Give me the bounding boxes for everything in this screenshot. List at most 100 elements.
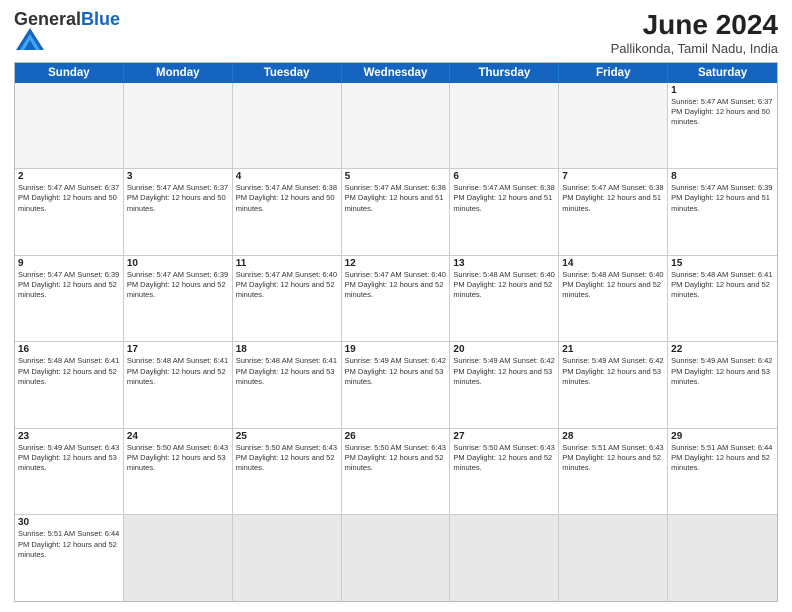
day-info: Sunrise: 5:49 AM Sunset: 6:42 PM Dayligh… [562,356,664,386]
header: GeneralBlue June 2024 Pallikonda, Tamil … [14,10,778,56]
empty-cell-r0c0 [15,83,124,169]
logo-icon [16,28,44,50]
day-info: Sunrise: 5:47 AM Sunset: 6:39 PM Dayligh… [18,270,120,300]
day-cell-9: 9Sunrise: 5:47 AM Sunset: 6:39 PM Daylig… [15,256,124,342]
empty-cell-r5c4 [450,515,559,601]
day-number: 14 [562,258,664,269]
day-info: Sunrise: 5:48 AM Sunset: 6:41 PM Dayligh… [18,356,120,386]
calendar-body: 1Sunrise: 5:47 AM Sunset: 6:37 PM Daylig… [15,83,777,601]
day-number: 9 [18,258,120,269]
day-info: Sunrise: 5:51 AM Sunset: 6:44 PM Dayligh… [18,529,120,559]
day-cell-4: 4Sunrise: 5:47 AM Sunset: 6:38 PM Daylig… [233,169,342,255]
day-number: 12 [345,258,447,269]
day-cell-25: 25Sunrise: 5:50 AM Sunset: 6:43 PM Dayli… [233,429,342,515]
day-info: Sunrise: 5:47 AM Sunset: 6:38 PM Dayligh… [562,183,664,213]
day-cell-24: 24Sunrise: 5:50 AM Sunset: 6:43 PM Dayli… [124,429,233,515]
day-info: Sunrise: 5:48 AM Sunset: 6:40 PM Dayligh… [453,270,555,300]
day-info: Sunrise: 5:50 AM Sunset: 6:43 PM Dayligh… [345,443,447,473]
logo-text: GeneralBlue [14,10,120,28]
day-number: 16 [18,344,120,355]
day-cell-18: 18Sunrise: 5:48 AM Sunset: 6:41 PM Dayli… [233,342,342,428]
day-cell-29: 29Sunrise: 5:51 AM Sunset: 6:44 PM Dayli… [668,429,777,515]
calendar: SundayMondayTuesdayWednesdayThursdayFrid… [14,62,778,602]
day-cell-23: 23Sunrise: 5:49 AM Sunset: 6:43 PM Dayli… [15,429,124,515]
calendar-row-0: 1Sunrise: 5:47 AM Sunset: 6:37 PM Daylig… [15,83,777,170]
day-info: Sunrise: 5:47 AM Sunset: 6:40 PM Dayligh… [345,270,447,300]
day-cell-17: 17Sunrise: 5:48 AM Sunset: 6:41 PM Dayli… [124,342,233,428]
day-info: Sunrise: 5:47 AM Sunset: 6:37 PM Dayligh… [18,183,120,213]
day-number: 19 [345,344,447,355]
day-number: 27 [453,431,555,442]
day-cell-5: 5Sunrise: 5:47 AM Sunset: 6:38 PM Daylig… [342,169,451,255]
day-number: 3 [127,171,229,182]
logo-blue: Blue [81,9,120,29]
day-cell-6: 6Sunrise: 5:47 AM Sunset: 6:38 PM Daylig… [450,169,559,255]
day-number: 13 [453,258,555,269]
day-info: Sunrise: 5:50 AM Sunset: 6:43 PM Dayligh… [453,443,555,473]
day-number: 26 [345,431,447,442]
day-number: 30 [18,517,120,528]
empty-cell-r5c5 [559,515,668,601]
day-number: 5 [345,171,447,182]
calendar-subtitle: Pallikonda, Tamil Nadu, India [611,41,778,56]
calendar-row-5: 30Sunrise: 5:51 AM Sunset: 6:44 PM Dayli… [15,515,777,601]
weekday-header-thursday: Thursday [450,63,559,83]
empty-cell-r0c1 [124,83,233,169]
title-block: June 2024 Pallikonda, Tamil Nadu, India [611,10,778,56]
day-number: 24 [127,431,229,442]
day-number: 7 [562,171,664,182]
day-number: 23 [18,431,120,442]
day-info: Sunrise: 5:47 AM Sunset: 6:39 PM Dayligh… [671,183,774,213]
calendar-title: June 2024 [611,10,778,41]
day-cell-11: 11Sunrise: 5:47 AM Sunset: 6:40 PM Dayli… [233,256,342,342]
weekday-header-monday: Monday [124,63,233,83]
day-number: 15 [671,258,774,269]
logo: GeneralBlue [14,10,120,55]
empty-cell-r0c2 [233,83,342,169]
day-cell-30: 30Sunrise: 5:51 AM Sunset: 6:44 PM Dayli… [15,515,124,601]
day-cell-21: 21Sunrise: 5:49 AM Sunset: 6:42 PM Dayli… [559,342,668,428]
day-cell-14: 14Sunrise: 5:48 AM Sunset: 6:40 PM Dayli… [559,256,668,342]
day-info: Sunrise: 5:48 AM Sunset: 6:41 PM Dayligh… [127,356,229,386]
day-info: Sunrise: 5:49 AM Sunset: 6:42 PM Dayligh… [453,356,555,386]
day-info: Sunrise: 5:49 AM Sunset: 6:42 PM Dayligh… [671,356,774,386]
day-cell-22: 22Sunrise: 5:49 AM Sunset: 6:42 PM Dayli… [668,342,777,428]
weekday-header-tuesday: Tuesday [233,63,342,83]
day-info: Sunrise: 5:48 AM Sunset: 6:41 PM Dayligh… [671,270,774,300]
day-info: Sunrise: 5:49 AM Sunset: 6:43 PM Dayligh… [18,443,120,473]
weekday-header-saturday: Saturday [668,63,777,83]
day-cell-12: 12Sunrise: 5:47 AM Sunset: 6:40 PM Dayli… [342,256,451,342]
day-number: 4 [236,171,338,182]
calendar-row-3: 16Sunrise: 5:48 AM Sunset: 6:41 PM Dayli… [15,342,777,429]
empty-cell-r5c3 [342,515,451,601]
day-cell-13: 13Sunrise: 5:48 AM Sunset: 6:40 PM Dayli… [450,256,559,342]
day-info: Sunrise: 5:48 AM Sunset: 6:41 PM Dayligh… [236,356,338,386]
day-cell-15: 15Sunrise: 5:48 AM Sunset: 6:41 PM Dayli… [668,256,777,342]
day-cell-27: 27Sunrise: 5:50 AM Sunset: 6:43 PM Dayli… [450,429,559,515]
weekday-header-wednesday: Wednesday [342,63,451,83]
day-info: Sunrise: 5:47 AM Sunset: 6:40 PM Dayligh… [236,270,338,300]
empty-cell-r5c6 [668,515,777,601]
day-number: 11 [236,258,338,269]
day-number: 2 [18,171,120,182]
day-info: Sunrise: 5:50 AM Sunset: 6:43 PM Dayligh… [127,443,229,473]
calendar-row-2: 9Sunrise: 5:47 AM Sunset: 6:39 PM Daylig… [15,256,777,343]
calendar-row-4: 23Sunrise: 5:49 AM Sunset: 6:43 PM Dayli… [15,429,777,516]
day-number: 8 [671,171,774,182]
empty-cell-r5c2 [233,515,342,601]
day-info: Sunrise: 5:49 AM Sunset: 6:42 PM Dayligh… [345,356,447,386]
day-number: 6 [453,171,555,182]
day-info: Sunrise: 5:51 AM Sunset: 6:44 PM Dayligh… [671,443,774,473]
day-number: 20 [453,344,555,355]
day-cell-28: 28Sunrise: 5:51 AM Sunset: 6:43 PM Dayli… [559,429,668,515]
weekday-header-sunday: Sunday [15,63,124,83]
empty-cell-r0c5 [559,83,668,169]
day-info: Sunrise: 5:50 AM Sunset: 6:43 PM Dayligh… [236,443,338,473]
day-info: Sunrise: 5:48 AM Sunset: 6:40 PM Dayligh… [562,270,664,300]
day-cell-2: 2Sunrise: 5:47 AM Sunset: 6:37 PM Daylig… [15,169,124,255]
day-info: Sunrise: 5:47 AM Sunset: 6:38 PM Dayligh… [345,183,447,213]
weekday-header-friday: Friday [559,63,668,83]
day-info: Sunrise: 5:47 AM Sunset: 6:39 PM Dayligh… [127,270,229,300]
calendar-row-1: 2Sunrise: 5:47 AM Sunset: 6:37 PM Daylig… [15,169,777,256]
day-number: 22 [671,344,774,355]
